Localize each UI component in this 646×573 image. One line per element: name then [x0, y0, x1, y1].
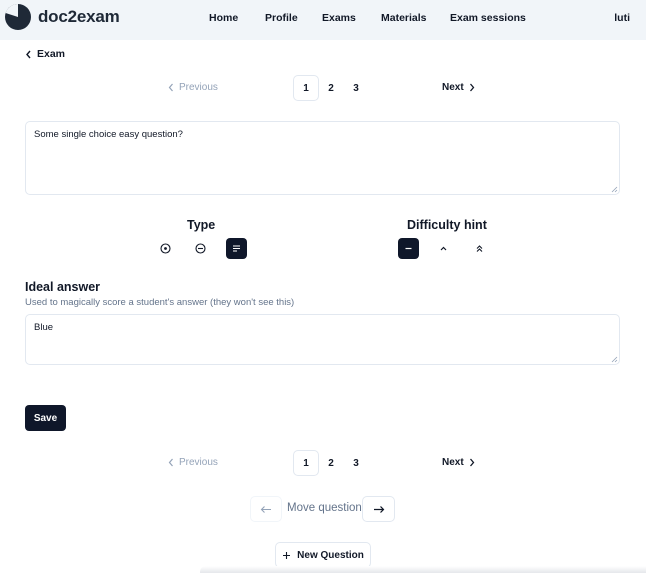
chevron-right-icon — [469, 458, 475, 467]
move-question-label: Move question — [287, 502, 362, 514]
page-button-2[interactable]: 2 — [318, 450, 344, 476]
new-question-button[interactable]: New Question — [275, 542, 371, 568]
back-link[interactable]: Exam — [25, 48, 65, 60]
chevron-right-icon — [469, 83, 475, 92]
ideal-answer-title: Ideal answer — [25, 280, 101, 294]
resize-handle-icon[interactable] — [611, 186, 618, 193]
nav-link-exam-sessions[interactable]: Exam sessions — [450, 12, 526, 24]
next-label: Next — [442, 457, 464, 468]
save-button[interactable]: Save — [25, 405, 66, 431]
next-label: Next — [442, 82, 464, 93]
arrow-right-icon — [373, 505, 384, 513]
type-open-text-button[interactable] — [226, 238, 247, 259]
open-text-icon — [233, 245, 240, 252]
logo-icon[interactable] — [5, 4, 31, 30]
chevron-left-icon — [168, 83, 173, 92]
difficulty-title: Difficulty hint — [407, 218, 487, 232]
ideal-answer-text: Blue — [34, 322, 54, 333]
chevron-up-icon — [440, 246, 447, 251]
brand-name[interactable]: doc2exam — [38, 7, 120, 27]
move-question-right-button[interactable] — [362, 496, 395, 522]
difficulty-medium-button[interactable] — [433, 238, 454, 259]
back-link-label: Exam — [37, 48, 66, 60]
next-button[interactable]: Next — [442, 457, 475, 468]
page-button-2[interactable]: 2 — [318, 75, 344, 101]
move-question-left-button[interactable] — [250, 496, 282, 522]
chevron-left-icon — [26, 50, 31, 58]
plus-icon — [283, 551, 291, 559]
minus-icon — [405, 247, 412, 250]
pagination-top: Previous 1 2 3 Next — [0, 75, 646, 101]
ideal-answer-subtitle: Used to magically score a student's answ… — [25, 297, 295, 308]
new-question-label: New Question — [297, 549, 364, 561]
multiple-choice-icon — [195, 243, 206, 254]
type-title: Type — [187, 218, 216, 232]
chevrons-up-icon — [476, 245, 483, 252]
nav-link-exams[interactable]: Exams — [322, 12, 356, 24]
page-button-3[interactable]: 3 — [343, 75, 369, 101]
navbar: doc2exam Home Profile Exams Materials Ex… — [0, 0, 646, 40]
arrow-left-icon — [260, 505, 271, 513]
question-textarea[interactable]: Some single choice easy question? — [25, 121, 620, 195]
type-multiple-choice-button[interactable] — [190, 238, 211, 259]
resize-handle-icon[interactable] — [611, 356, 618, 363]
chevron-left-icon — [168, 458, 173, 467]
toast-edge — [200, 566, 646, 573]
single-choice-icon — [160, 243, 171, 254]
previous-button[interactable]: Previous — [168, 82, 218, 93]
page-button-1[interactable]: 1 — [293, 450, 319, 476]
pagination-bottom: Previous 1 2 3 Next — [0, 450, 646, 476]
page-button-3[interactable]: 3 — [343, 450, 369, 476]
previous-label: Previous — [179, 82, 218, 93]
question-text: Some single choice easy question? — [34, 129, 183, 140]
nav-link-home[interactable]: Home — [209, 12, 238, 24]
previous-button[interactable]: Previous — [168, 457, 218, 468]
previous-label: Previous — [179, 457, 218, 468]
next-button[interactable]: Next — [442, 82, 475, 93]
page-button-1[interactable]: 1 — [293, 75, 319, 101]
nav-link-profile[interactable]: Profile — [265, 12, 298, 24]
difficulty-hard-button[interactable] — [469, 238, 490, 259]
type-single-choice-button[interactable] — [155, 238, 176, 259]
difficulty-easy-button[interactable] — [398, 238, 419, 259]
nav-link-materials[interactable]: Materials — [381, 12, 427, 24]
ideal-answer-textarea[interactable]: Blue — [25, 314, 620, 365]
user-menu[interactable]: luti — [614, 12, 630, 24]
